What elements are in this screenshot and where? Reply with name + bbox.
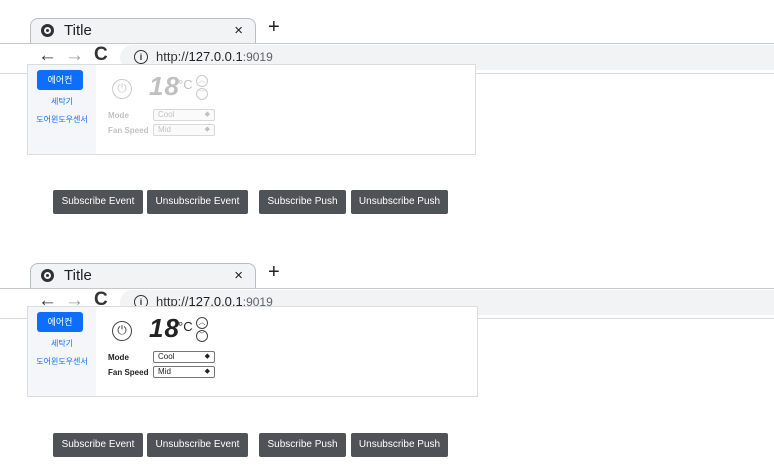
screenshot-enabled: Title × + ← → C i http://127.0.0.1:9019 …	[0, 257, 774, 457]
temperature-unit: °C	[178, 319, 193, 334]
fan-speed-value: Mid	[158, 125, 171, 134]
new-tab-button[interactable]: +	[268, 16, 280, 39]
subscribe-event-button[interactable]: Subscribe Event	[53, 433, 143, 457]
globe-icon	[41, 269, 54, 282]
url-port: :9019	[242, 50, 273, 64]
select-caret-icon: ◆	[204, 353, 210, 360]
device-washer-link[interactable]: 세탁기	[28, 338, 96, 349]
temperature-stepper: ︿ ﹀	[196, 317, 210, 343]
browser-tab[interactable]: Title ×	[30, 18, 256, 44]
unsubscribe-event-button[interactable]: Unsubscribe Event	[147, 190, 248, 214]
device-aircon-button[interactable]: 에어컨	[37, 70, 83, 90]
device-aircon-button[interactable]: 에어컨	[37, 312, 83, 332]
temperature-value: 18	[149, 313, 180, 343]
browser-tab[interactable]: Title ×	[30, 263, 256, 289]
select-caret-icon: ◆	[204, 368, 210, 375]
device-washer-link[interactable]: 세탁기	[28, 96, 96, 107]
subscribe-event-button[interactable]: Subscribe Event	[53, 190, 143, 214]
mode-value: Cool	[158, 110, 175, 119]
device-list: 에어컨 세탁기 도어윈도우센서	[28, 65, 96, 154]
device-panel: 에어컨 세탁기 도어윈도우센서 ⏻ 18 °C ︿ ﹀ Mode Cool ◆ F…	[27, 306, 478, 397]
mode-label: Mode	[108, 111, 129, 120]
fan-speed-select[interactable]: Mid ◆	[153, 366, 215, 378]
chevron-up-icon[interactable]: ︿	[196, 75, 208, 87]
subscribe-push-button[interactable]: Subscribe Push	[259, 433, 346, 457]
close-icon[interactable]: ×	[234, 22, 243, 39]
subscribe-push-button[interactable]: Subscribe Push	[259, 190, 346, 214]
tab-bar: Title × +	[0, 257, 774, 289]
select-caret-icon: ◆	[204, 111, 210, 118]
fan-speed-label: Fan Speed	[108, 126, 149, 135]
fan-speed-select[interactable]: Mid ◆	[153, 124, 215, 136]
select-caret-icon: ◆	[204, 126, 210, 133]
mode-label: Mode	[108, 353, 129, 362]
power-icon[interactable]: ⏻	[112, 79, 132, 99]
device-door-sensor-link[interactable]: 도어윈도우센서	[28, 356, 96, 367]
mode-select[interactable]: Cool ◆	[153, 351, 215, 363]
unsubscribe-event-button[interactable]: Unsubscribe Event	[147, 433, 248, 457]
close-icon[interactable]: ×	[234, 267, 243, 284]
info-icon[interactable]: i	[134, 50, 148, 64]
device-door-sensor-link[interactable]: 도어윈도우센서	[28, 114, 96, 125]
url-host: 127.0.0.1	[188, 49, 243, 64]
mode-select[interactable]: Cool ◆	[153, 109, 215, 121]
fan-speed-label: Fan Speed	[108, 368, 149, 377]
url-scheme: http://	[156, 49, 189, 64]
chevron-up-icon[interactable]: ︿	[196, 317, 208, 329]
url-text: http://127.0.0.1:9019	[156, 49, 273, 64]
temperature-unit: °C	[178, 77, 193, 92]
new-tab-button[interactable]: +	[268, 261, 280, 284]
device-panel: 에어컨 세탁기 도어윈도우센서 ⏻ 18 °C ︿ ﹀ Mode Cool ◆ F…	[27, 64, 476, 155]
globe-icon	[41, 24, 54, 37]
tab-title: Title	[64, 267, 92, 284]
device-list: 에어컨 세탁기 도어윈도우센서	[28, 307, 96, 396]
unsubscribe-push-button[interactable]: Unsubscribe Push	[351, 190, 448, 214]
temperature-stepper: ︿ ﹀	[196, 75, 210, 101]
screenshot-disabled: Title × + ← → C i http://127.0.0.1:9019 …	[0, 12, 774, 214]
chevron-down-icon[interactable]: ﹀	[196, 330, 208, 342]
reload-icon[interactable]: C	[94, 44, 108, 66]
tab-bar: Title × +	[0, 12, 774, 44]
chevron-down-icon[interactable]: ﹀	[196, 88, 208, 100]
tab-title: Title	[64, 22, 92, 39]
unsubscribe-push-button[interactable]: Unsubscribe Push	[351, 433, 448, 457]
fan-speed-value: Mid	[158, 367, 171, 376]
power-icon[interactable]: ⏻	[112, 321, 132, 341]
mode-value: Cool	[158, 352, 175, 361]
temperature-value: 18	[149, 71, 180, 101]
